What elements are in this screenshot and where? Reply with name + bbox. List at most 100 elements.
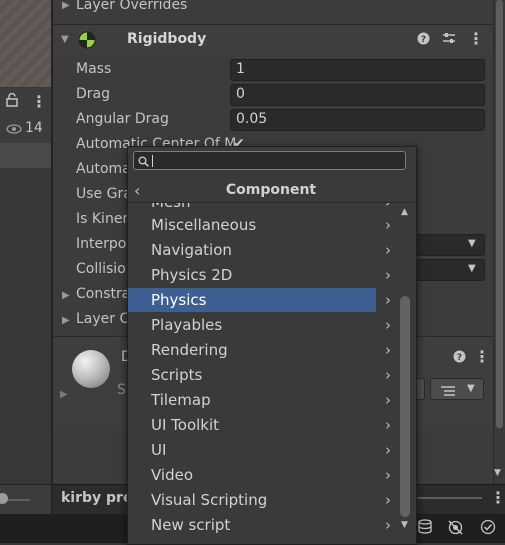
menu-item-label: Physics <box>151 291 207 309</box>
foldout-arrow-icon[interactable]: ▶ <box>62 0 70 11</box>
menu-item-label: Tilemap <box>151 391 211 409</box>
dropdown-arrow-icon: ▼ <box>467 383 475 394</box>
menu-item-label: Scripts <box>151 366 203 384</box>
visibility-count: 14 <box>25 120 43 136</box>
menu-item-ui-toolkit[interactable]: UI Toolkit <box>128 413 376 437</box>
project-bar-label[interactable]: kirby pre <box>61 490 132 506</box>
menu-item-ui[interactable]: UI <box>128 438 376 462</box>
menu-item-label: Mesh <box>151 203 191 211</box>
material-sphere-icon <box>72 350 110 388</box>
svg-text:?: ? <box>457 353 462 363</box>
chevron-right-icon: › <box>385 216 391 234</box>
material-help-icon[interactable]: ? <box>453 350 466 363</box>
popup-scroll-thumb[interactable] <box>400 296 410 517</box>
project-bar-slider[interactable] <box>416 497 482 499</box>
text-caret <box>152 155 153 167</box>
foldout-arrow-icon[interactable]: ▶ <box>60 389 68 400</box>
auto-tensor-label: Automa <box>76 161 131 177</box>
menu-item-label: Miscellaneous <box>151 216 257 234</box>
help-icon[interactable]: ? <box>417 32 430 45</box>
component-kebab-icon[interactable]: ⋮ <box>468 29 484 48</box>
foldout-expanded-icon[interactable]: ▼ <box>61 34 69 45</box>
chevron-right-icon: › <box>385 416 391 434</box>
menu-item-navigation[interactable]: Navigation <box>128 238 376 262</box>
debug-off-icon[interactable] <box>447 519 464 536</box>
chevron-right-icon: › <box>385 341 391 359</box>
menu-item-label: UI Toolkit <box>151 416 220 434</box>
popup-title: Component <box>225 182 317 198</box>
svg-text:?: ? <box>421 35 426 45</box>
zoom-slider[interactable] <box>0 484 52 515</box>
material-shader-label: S <box>117 382 126 398</box>
constraints-label[interactable]: Constra <box>76 286 130 302</box>
scroll-down-arrow-icon[interactable]: ▼ <box>401 520 408 530</box>
hierarchy-selected-row[interactable] <box>0 143 52 168</box>
mass-label: Mass <box>76 61 112 77</box>
mass-field[interactable]: 1 <box>230 59 485 81</box>
lock-icon[interactable] <box>6 92 18 107</box>
menu-item-scripts[interactable]: Scripts <box>128 363 376 387</box>
presets-icon[interactable] <box>442 32 456 45</box>
angular-drag-field[interactable]: 0.05 <box>230 109 485 131</box>
menu-item-label: Video <box>151 466 194 484</box>
drag-label: Drag <box>76 86 111 102</box>
shader-options-dropdown[interactable]: ▼ <box>430 378 484 400</box>
chevron-right-icon: › <box>385 516 391 534</box>
foldout-arrow-icon[interactable]: ▶ <box>62 290 70 301</box>
chevron-right-icon: › <box>385 366 391 384</box>
chevron-right-icon: › <box>385 241 391 259</box>
menu-item-tilemap[interactable]: Tilemap <box>128 388 376 412</box>
drag-field[interactable]: 0 <box>230 84 485 106</box>
menu-item-label: Rendering <box>151 341 228 359</box>
chevron-right-icon: › <box>385 266 391 284</box>
menu-item-label: UI <box>151 441 167 459</box>
menu-item-label: Navigation <box>151 241 232 259</box>
menu-item-label: Playables <box>151 316 223 334</box>
foldout-arrow-icon[interactable]: ▶ <box>62 315 70 326</box>
inspector-scroll-thumb[interactable] <box>496 0 503 428</box>
layer-overrides-label[interactable]: Layer C <box>76 311 129 327</box>
scene-view[interactable] <box>0 0 52 87</box>
eye-icon[interactable] <box>6 122 22 134</box>
menu-item-miscellaneous[interactable]: Miscellaneous <box>128 213 376 237</box>
dropdown-arrow-icon: ▼ <box>468 238 476 249</box>
kebab-menu-icon[interactable]: ⋮ <box>31 92 47 111</box>
angular-drag-label: Angular Drag <box>76 111 169 127</box>
hierarchy-toolbar: ⋮ <box>0 88 52 117</box>
menu-item-label: Physics 2D <box>151 266 233 284</box>
chevron-right-icon: › <box>385 316 391 334</box>
chevron-right-icon: › <box>385 466 391 484</box>
chevron-right-icon: › <box>385 441 391 459</box>
search-icon <box>138 155 149 167</box>
component-title: Rigidbody <box>127 31 207 47</box>
menu-item-rendering[interactable]: Rendering <box>128 338 376 362</box>
scroll-down-arrow-icon[interactable]: ▼ <box>494 468 501 478</box>
list-icon <box>441 384 455 396</box>
slider-handle[interactable] <box>0 493 8 504</box>
interpolate-label: Interpo <box>76 236 127 252</box>
menu-item-playables[interactable]: Playables <box>128 313 376 337</box>
visibility-row: 14 <box>0 116 52 143</box>
menu-item-video[interactable]: Video <box>128 463 376 487</box>
scroll-up-arrow-icon[interactable]: ▲ <box>401 207 408 217</box>
use-gravity-label: Use Gra <box>76 186 132 202</box>
material-kebab-icon[interactable]: ⋮ <box>474 347 490 366</box>
menu-item-visual-scripting[interactable]: Visual Scripting <box>128 488 376 512</box>
rigidbody-icon <box>78 31 96 49</box>
chevron-right-icon: › <box>385 491 391 509</box>
collision-label: Collisio <box>76 261 126 277</box>
is-kinematic-label: Is Kiner <box>76 211 129 227</box>
menu-item-physics-2d[interactable]: Physics 2D <box>128 263 376 287</box>
menu-item-physics[interactable]: Physics <box>128 288 376 312</box>
component-search-input[interactable] <box>133 151 406 170</box>
project-kebab-icon[interactable]: ⋮ <box>490 488 505 507</box>
hierarchy-body <box>0 168 52 483</box>
layer-overrides-top-label[interactable]: Layer Overrides <box>76 0 187 13</box>
menu-item-label: Visual Scripting <box>151 491 268 509</box>
chevron-right-icon: › <box>385 291 391 309</box>
menu-item-label: New script <box>151 516 231 534</box>
chevron-right-icon: › <box>385 391 391 409</box>
menu-item-new-script[interactable]: New script <box>128 513 376 537</box>
check-circle-icon[interactable] <box>480 519 496 535</box>
database-icon[interactable] <box>417 519 433 535</box>
